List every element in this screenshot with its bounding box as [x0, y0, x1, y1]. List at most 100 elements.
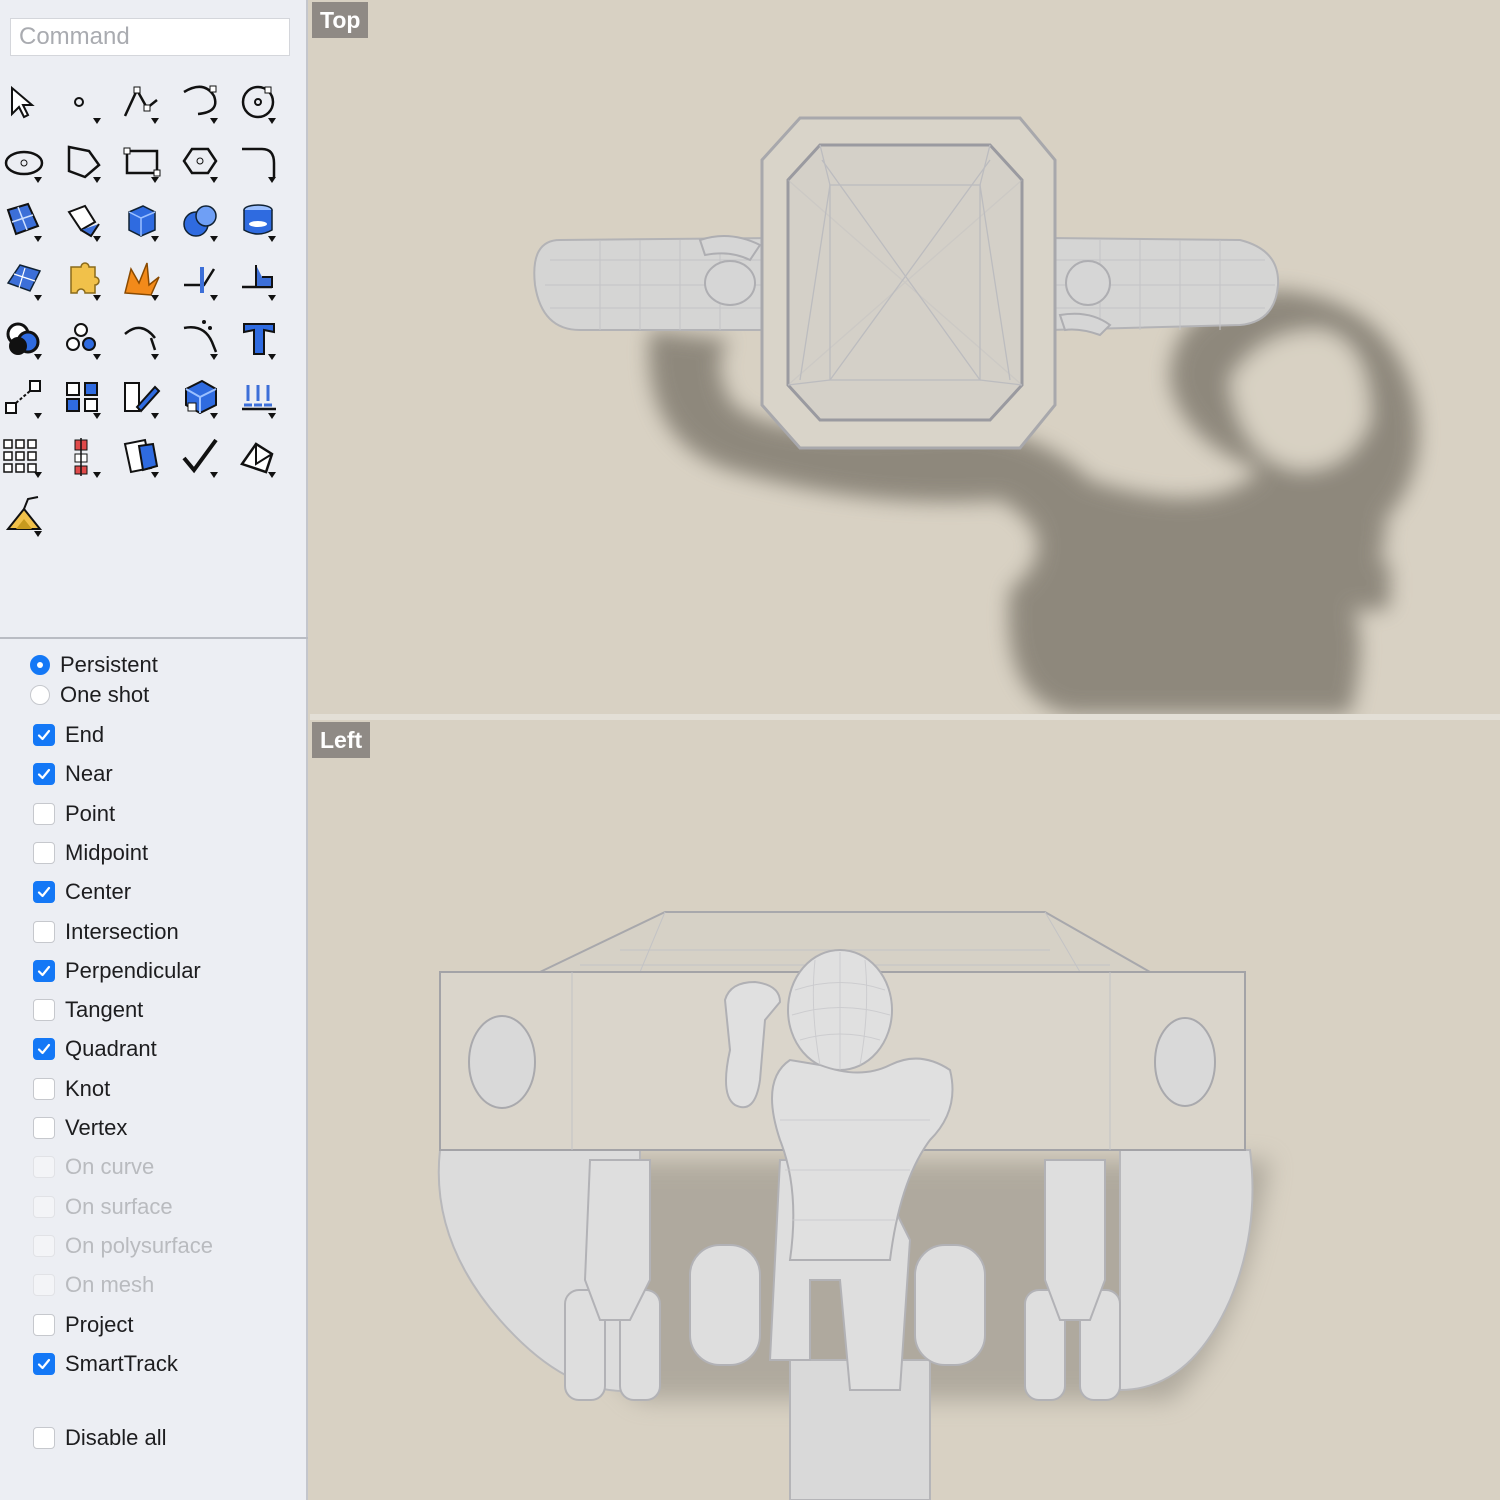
osnap-label: SmartTrack: [65, 1350, 178, 1376]
puzzle-icon[interactable]: [57, 253, 111, 307]
mesh-icon[interactable]: [0, 253, 52, 307]
osnap-on-surface: On surface: [30, 1192, 173, 1222]
solid-edit-icon[interactable]: [174, 371, 228, 425]
osnap-label: Project: [65, 1311, 134, 1337]
checkbox-on-curve: [33, 1156, 55, 1179]
boolean-union-icon[interactable]: [0, 312, 52, 366]
osnap-knot[interactable]: Knot: [30, 1074, 110, 1104]
osnap-end[interactable]: End: [30, 720, 104, 750]
rectangle-icon[interactable]: [115, 135, 169, 189]
point-icon[interactable]: [57, 76, 111, 130]
checkbox-on-polysurface: [33, 1234, 55, 1257]
surface-from-points-icon[interactable]: [0, 194, 52, 248]
box-icon[interactable]: [115, 194, 169, 248]
ring-left-view: [437, 911, 1270, 1500]
layer-icon[interactable]: [115, 430, 169, 484]
radio-persistent-button[interactable]: [30, 655, 50, 675]
viewport-top[interactable]: Top: [310, 0, 1500, 714]
osnap-point[interactable]: Point: [30, 799, 115, 829]
checkbox-perpendicular[interactable]: [33, 959, 55, 982]
osnap-on-mesh: On mesh: [30, 1270, 154, 1300]
osnap-perpendicular[interactable]: Perpendicular: [30, 956, 201, 986]
group-icon[interactable]: [57, 371, 111, 425]
osnap-label: On surface: [65, 1193, 173, 1219]
osnap-label: Perpendicular: [65, 957, 201, 983]
ring-head: [760, 116, 1057, 450]
osnap-label: On polysurface: [65, 1232, 213, 1258]
osnap-smarttrack[interactable]: SmartTrack: [30, 1349, 178, 1379]
fillet-curve-icon[interactable]: [232, 135, 286, 189]
offset-curve-icon[interactable]: [115, 312, 169, 366]
checkbox-point[interactable]: [33, 802, 55, 825]
checkbox-on-surface: [33, 1195, 55, 1218]
viewport-top-title: Top: [312, 2, 369, 38]
points-cloud-icon[interactable]: [57, 312, 111, 366]
array-icon[interactable]: [232, 371, 286, 425]
osnap-label: Center: [65, 879, 132, 905]
osnap-label: Intersection: [65, 918, 179, 944]
blend-curve-icon[interactable]: [174, 312, 228, 366]
grid-array-icon[interactable]: [0, 430, 52, 484]
osnap-vertex[interactable]: Vertex: [30, 1113, 127, 1143]
checkbox-on-mesh: [33, 1274, 55, 1297]
checkbox-center[interactable]: [33, 881, 55, 904]
circle-icon[interactable]: [232, 76, 286, 130]
checkbox-vertex[interactable]: [33, 1117, 55, 1139]
osnap-label: Point: [65, 800, 116, 826]
move-icon[interactable]: [0, 371, 52, 425]
select-arrow-icon[interactable]: [0, 76, 52, 130]
osnap-center[interactable]: Center: [30, 877, 131, 907]
checkbox-midpoint[interactable]: [33, 841, 55, 864]
osnap-disable-all[interactable]: Disable all: [30, 1423, 167, 1453]
dimension-icon[interactable]: [57, 430, 111, 484]
disable-all-label: Disable all: [65, 1425, 167, 1450]
osnap-near[interactable]: Near: [30, 759, 113, 789]
viewport-left[interactable]: Left: [310, 720, 1500, 1500]
ellipse-icon[interactable]: [0, 135, 52, 189]
extrude-surface-icon[interactable]: [57, 194, 111, 248]
command-input[interactable]: [10, 18, 290, 56]
osnap-label: Midpoint: [65, 839, 149, 865]
osnap-label: End: [65, 722, 105, 747]
explode-icon[interactable]: [115, 253, 169, 307]
radio-one-shot-button[interactable]: [30, 685, 50, 705]
checkbox-disable-all[interactable]: [33, 1427, 55, 1449]
radio-one-shot-label: One shot: [60, 682, 150, 707]
osnap-tangent[interactable]: Tangent: [30, 995, 143, 1025]
radio-persistent[interactable]: Persistent: [30, 650, 158, 680]
checkbox-end[interactable]: [33, 724, 55, 746]
curve-icon[interactable]: [174, 76, 228, 130]
analyze-icon[interactable]: [232, 430, 286, 484]
sidebar: Persistent One shot End Near Point Midpoint…: [0, 0, 308, 1500]
osnap-intersection[interactable]: Intersection: [30, 917, 179, 947]
checkbox-knot[interactable]: [33, 1077, 55, 1100]
checkbox-smarttrack[interactable]: [33, 1352, 55, 1375]
check-icon[interactable]: [174, 430, 228, 484]
osnap-on-curve: On curve: [30, 1152, 154, 1182]
checkbox-near[interactable]: [33, 763, 55, 786]
render-icon[interactable]: [0, 489, 52, 543]
osnap-project[interactable]: Project: [30, 1310, 133, 1340]
split-icon[interactable]: [232, 253, 286, 307]
checkbox-quadrant[interactable]: [33, 1038, 55, 1061]
transform-icon[interactable]: [115, 371, 169, 425]
hexagon-icon[interactable]: [174, 135, 228, 189]
trim-icon[interactable]: [174, 253, 228, 307]
sphere-icon[interactable]: [174, 194, 228, 248]
checkbox-tangent[interactable]: [33, 999, 55, 1022]
polygon-icon[interactable]: [57, 135, 111, 189]
osnap-quadrant[interactable]: Quadrant: [30, 1034, 157, 1064]
radio-one-shot[interactable]: One shot: [30, 680, 149, 710]
sidebar-divider: [0, 637, 308, 639]
checkbox-project[interactable]: [33, 1313, 55, 1336]
polyline-icon[interactable]: [115, 76, 169, 130]
radio-persistent-label: Persistent: [60, 652, 158, 677]
osnap-label: Knot: [65, 1075, 111, 1101]
text-icon[interactable]: [232, 312, 286, 366]
ring-top-view: [533, 116, 1419, 714]
osnap-on-polysurface: On polysurface: [30, 1231, 213, 1261]
osnap-label: On mesh: [65, 1272, 155, 1298]
checkbox-intersection[interactable]: [33, 920, 55, 943]
cylinder-icon[interactable]: [232, 194, 286, 248]
osnap-midpoint[interactable]: Midpoint: [30, 838, 148, 868]
